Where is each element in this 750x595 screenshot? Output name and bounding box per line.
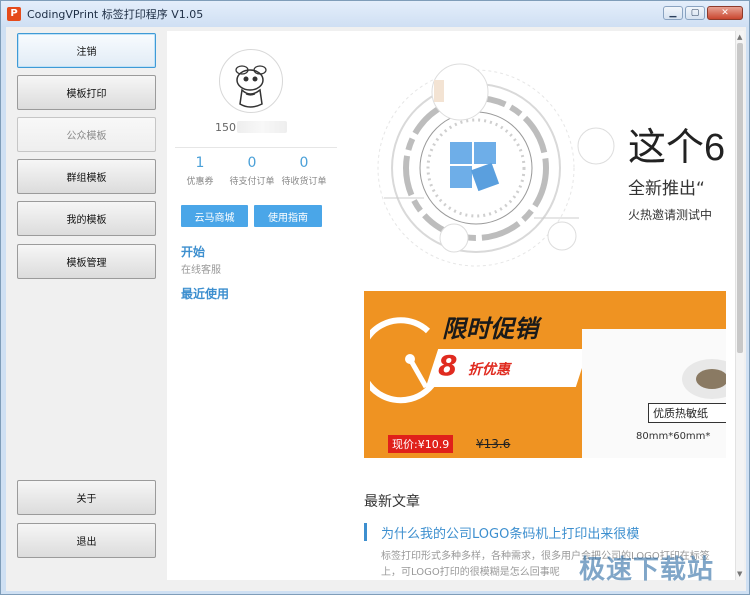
minimize-button[interactable]: ▁ [663, 6, 683, 20]
stat-value: 1 [195, 155, 205, 171]
stat-coupons[interactable]: 1 优惠券 [175, 155, 225, 187]
original-price: ¥13.6 [476, 437, 511, 451]
stat-unpaid-orders[interactable]: 0 待支付订单 [227, 155, 277, 187]
group-templates-button[interactable]: 群组模板 [17, 159, 156, 194]
online-support-link[interactable]: 在线客服 [181, 261, 221, 276]
stat-pending-delivery[interactable]: 0 待收货订单 [279, 155, 329, 187]
hero-subheadline: 全新推出“ [628, 179, 705, 199]
current-price: 现价:¥10.9 [388, 435, 454, 453]
product-label: 优质热敏纸 [648, 403, 726, 423]
guide-button[interactable]: 使用指南 [254, 205, 322, 227]
discount-text: 折优惠 [468, 362, 510, 378]
store-button[interactable]: 云马商城 [181, 205, 248, 227]
promo-banner[interactable]: 限时促销 8 折优惠 优质热敏纸 80mm*60mm* 现价:¥10.9 ¥13… [364, 291, 726, 458]
content-panel: 这个6 全新推出“ 火热邀请测试中 限时促销 8 折优惠 优质热敏纸 80mm*… [337, 31, 735, 580]
promo-title: 限时促销 [442, 315, 538, 343]
app-window: P CodingVPrint 标签打印程序 V1.05 ▁ ▢ ✕ 注销 模板打… [0, 0, 750, 595]
stat-value: 0 [299, 155, 309, 171]
user-phone: 150 [215, 121, 236, 134]
divider [175, 147, 337, 148]
news-article-title[interactable]: 为什么我的公司LOGO条码机上打印出来很模 [381, 523, 639, 542]
cartoon-sheep-avatar-icon[interactable] [219, 49, 283, 113]
exit-button[interactable]: 退出 [17, 523, 156, 558]
my-templates-button[interactable]: 我的模板 [17, 201, 156, 236]
vertical-scrollbar[interactable]: ▲ ▼ [735, 31, 744, 580]
template-print-button[interactable]: 模板打印 [17, 75, 156, 110]
window-title: CodingVPrint 标签打印程序 V1.05 [27, 8, 204, 21]
window-controls: ▁ ▢ ✕ [663, 6, 743, 20]
client-area: 注销 模板打印 公众模板 群组模板 我的模板 模板管理 关于 退出 150 1 … [6, 27, 746, 591]
title-bar[interactable]: P CodingVPrint 标签打印程序 V1.05 ▁ ▢ ✕ [1, 1, 749, 27]
close-button[interactable]: ✕ [707, 6, 743, 20]
watermark: 极速下载站 [579, 555, 715, 585]
logout-button[interactable]: 注销 [17, 33, 156, 68]
hero-headline: 这个6 [628, 127, 726, 169]
stat-value: 0 [247, 155, 257, 171]
template-manage-button[interactable]: 模板管理 [17, 244, 156, 279]
stat-label: 优惠券 [186, 177, 214, 187]
phone-mask [237, 121, 287, 133]
scroll-up-icon[interactable]: ▲ [737, 33, 742, 41]
public-templates-button: 公众模板 [17, 117, 156, 152]
roll-hole [696, 369, 726, 389]
stat-label: 待收货订单 [281, 177, 327, 187]
recent-heading: 最近使用 [181, 287, 230, 301]
discount-number: 8 [438, 349, 458, 382]
hero-tagline: 火热邀请测试中 [628, 208, 713, 222]
news-accent-bar [364, 523, 367, 541]
stat-label: 待支付订单 [229, 177, 275, 187]
news-heading: 最新文章 [364, 494, 420, 510]
scroll-thumb[interactable] [737, 43, 743, 353]
hero-banner[interactable]: 这个6 全新推出“ 火热邀请测试中 [364, 58, 726, 291]
product-size: 80mm*60mm* [636, 431, 711, 442]
scroll-down-icon[interactable]: ▼ [737, 570, 742, 578]
maximize-button[interactable]: ▢ [685, 6, 705, 20]
start-heading: 开始 [181, 245, 206, 259]
printer-logo-icon: P [7, 7, 21, 21]
about-button[interactable]: 关于 [17, 480, 156, 515]
user-panel: 150 1 优惠券 0 待支付订单 0 待收货订单 云马商城 使用指南 开始 在… [167, 31, 337, 580]
